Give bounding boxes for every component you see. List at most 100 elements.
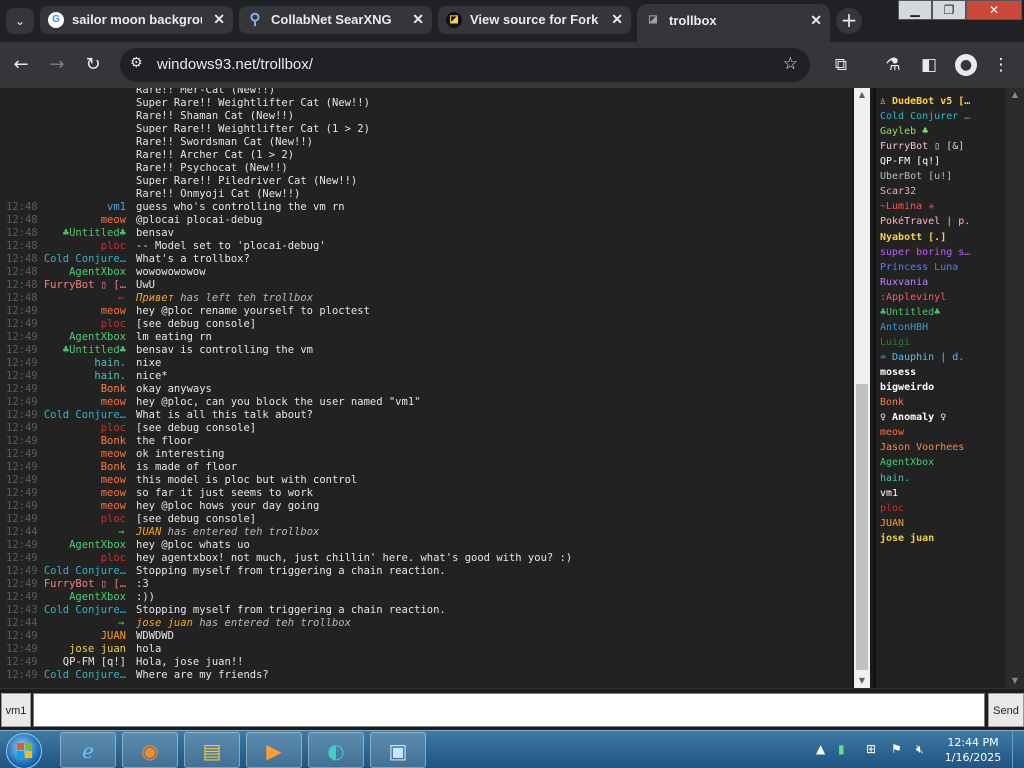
user-list-item[interactable]: Cold Conjurer … (880, 109, 974, 124)
maximize-button[interactable]: ❐ (932, 0, 966, 20)
user-list-item[interactable]: Ruxvania (880, 275, 974, 290)
action-center-flag-icon[interactable]: ⚑ (891, 742, 902, 756)
minimize-button[interactable]: ▁ (898, 0, 932, 20)
message-nick[interactable]: Cold Conjure… (44, 669, 126, 682)
send-button[interactable]: Send (988, 693, 1024, 727)
user-list-item[interactable]: Gayleb ♣ (880, 124, 974, 139)
bookmark-star-icon[interactable]: ☆ (783, 54, 798, 74)
system-message-user[interactable]: jose juan (136, 617, 193, 629)
user-list-item[interactable]: hain. (880, 471, 974, 486)
user-list-item[interactable]: ♒ Dauphin | d. (880, 350, 974, 365)
user-list-item[interactable]: FurryBot ▯ [&] (880, 139, 974, 154)
message-nick[interactable]: Cold Conjure… (44, 409, 126, 422)
message-nick[interactable]: Bonk (101, 383, 126, 396)
new-tab-button[interactable]: + (836, 8, 862, 34)
message-nick[interactable]: meow (101, 214, 126, 227)
user-list-item[interactable]: bigweirdo (880, 380, 974, 395)
scroll-down-arrow-icon[interactable]: ▼ (1007, 674, 1023, 688)
close-tab-icon[interactable]: ✕ (412, 11, 424, 28)
chat-scrollbar[interactable]: ▲ ▼ (854, 88, 870, 688)
app-tray-icon[interactable]: ▮ (838, 742, 845, 756)
user-list-item[interactable]: UberBot [u!] (880, 169, 974, 184)
side-panel-icon[interactable]: ◧ (916, 52, 942, 78)
message-nick[interactable]: AgentXbox (69, 266, 126, 279)
message-nick[interactable]: meow (101, 487, 126, 500)
user-list-scrollbar[interactable]: ▲ ▼ (1006, 88, 1024, 688)
close-tab-icon[interactable]: ✕ (611, 11, 623, 28)
scroll-down-arrow-icon[interactable]: ▼ (854, 674, 870, 688)
message-nick[interactable]: vm1 (107, 201, 126, 214)
scrollbar-thumb[interactable] (856, 384, 868, 670)
message-nick[interactable]: FurryBot ▯ [… (44, 578, 126, 591)
close-window-button[interactable]: ✕ (966, 0, 1022, 20)
reload-icon[interactable]: ↻ (80, 52, 106, 78)
user-list-item[interactable]: mosess (880, 365, 974, 380)
labs-flask-icon[interactable]: ⚗ (880, 52, 906, 78)
tab-sailor-moon[interactable]: G sailor moon backgroun ✕ (40, 6, 233, 34)
user-list-item[interactable]: meow (880, 425, 974, 440)
message-nick[interactable]: meow (101, 396, 126, 409)
message-nick[interactable]: meow (101, 500, 126, 513)
message-nick[interactable]: Cold Conjure… (44, 253, 126, 266)
scroll-up-arrow-icon[interactable]: ▲ (1007, 88, 1023, 102)
user-list-item[interactable]: Jason Voorhees (880, 440, 974, 455)
network-icon[interactable]: ⊞ (866, 742, 876, 756)
message-nick[interactable]: ploc (101, 422, 126, 435)
scroll-up-arrow-icon[interactable]: ▲ (854, 88, 870, 102)
message-nick[interactable]: hain. (94, 357, 126, 370)
message-nick[interactable]: ploc (101, 513, 126, 526)
user-list-item[interactable]: ~Lumina ✳ (880, 199, 974, 214)
message-nick[interactable]: Cold Conjure… (44, 565, 126, 578)
system-message-user[interactable]: JUAN (136, 526, 161, 538)
user-list-item[interactable]: jose juan (880, 531, 974, 546)
message-nick[interactable]: AgentXbox (69, 331, 126, 344)
message-nick[interactable]: meow (101, 305, 126, 318)
message-nick[interactable]: AgentXbox (69, 591, 126, 604)
message-input[interactable] (33, 693, 985, 727)
user-list-item[interactable]: PokéTravel | p. (880, 214, 974, 229)
message-nick[interactable]: ploc (101, 318, 126, 331)
user-list-item[interactable]: ♀ Anomaly ♀ (880, 410, 974, 425)
user-list-item[interactable]: Bonk (880, 395, 974, 410)
show-desktop-button[interactable] (1012, 731, 1024, 768)
back-arrow-icon[interactable]: ← (8, 52, 34, 78)
file-explorer-icon[interactable]: ▤ (184, 732, 240, 768)
close-tab-icon[interactable]: ✕ (213, 11, 225, 28)
system-message-user[interactable]: Привет (136, 292, 174, 304)
remote-desktop-icon[interactable]: ▣ (370, 732, 426, 768)
user-list-item[interactable]: vm1 (880, 486, 974, 501)
tab-view-source[interactable]: ◪ View source for Fork » I ✕ (438, 6, 631, 34)
show-hidden-icons-icon[interactable]: ▲ (816, 742, 825, 756)
user-list-item[interactable]: JUAN (880, 516, 974, 531)
forward-arrow-icon[interactable]: → (44, 52, 70, 78)
message-nick[interactable]: Bonk (101, 435, 126, 448)
extensions-icon[interactable]: ⧉ (828, 52, 854, 78)
message-nick[interactable]: ploc (101, 552, 126, 565)
browser-menu-icon[interactable]: ⋮ (988, 52, 1014, 78)
message-nick[interactable]: meow (101, 448, 126, 461)
tab-trollbox[interactable]: ◪ trollbox ✕ (637, 4, 830, 42)
user-list-item[interactable]: Princess Luna (880, 260, 974, 275)
message-nick[interactable]: FurryBot ▯ [… (44, 279, 126, 292)
user-list-item[interactable]: QP-FM [q!] (880, 154, 974, 169)
tab-search-button[interactable]: ⌄ (6, 8, 34, 34)
message-nick[interactable]: ♣Untitled♣ (63, 344, 126, 357)
message-nick[interactable]: Bonk (101, 461, 126, 474)
message-nick[interactable]: AgentXbox (69, 539, 126, 552)
profile-avatar-icon[interactable]: ● (955, 54, 977, 76)
user-list-item[interactable]: super boring s… (880, 245, 974, 260)
user-list-item[interactable]: ploc (880, 501, 974, 516)
message-nick[interactable]: jose juan (69, 643, 126, 656)
user-list-item[interactable]: Nyabott [.] (880, 230, 974, 245)
message-nick[interactable]: ♣Untitled♣ (63, 227, 126, 240)
tab-searxng[interactable]: ⚲ CollabNet SearXNG ✕ (239, 6, 432, 34)
message-nick[interactable]: ploc (101, 240, 126, 253)
firefox-icon[interactable]: ◉ (122, 732, 178, 768)
user-list-item[interactable]: ♙ DudeBot v5 [#] (880, 94, 974, 109)
volume-muted-icon[interactable]: 🔇︎ (916, 742, 924, 757)
user-list-item[interactable]: AgentXbox (880, 455, 974, 470)
user-list-item[interactable]: :Applevinyl (880, 290, 974, 305)
site-info-icon[interactable]: ⚙ (130, 55, 143, 71)
nickname-button[interactable]: vm1 (1, 693, 31, 727)
close-tab-icon[interactable]: ✕ (810, 12, 822, 29)
